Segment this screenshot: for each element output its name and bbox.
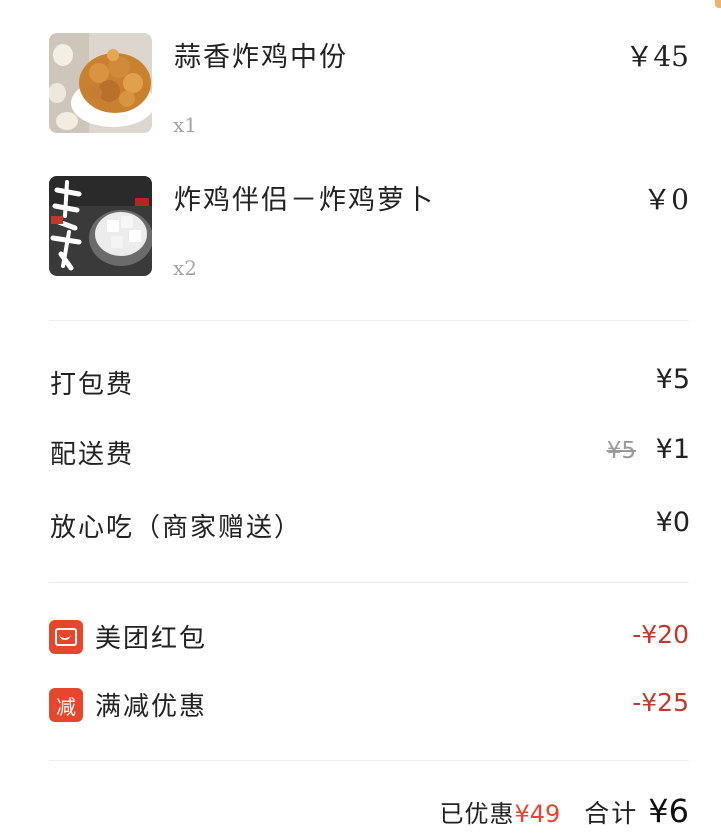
packing-fee-value: ¥5 xyxy=(655,364,690,395)
red-packet-value: -¥20 xyxy=(632,620,689,649)
full-reduction-row[interactable]: 减 满减优惠 -¥25 xyxy=(49,686,689,726)
red-packet-row[interactable]: 美团红包 -¥20 xyxy=(49,618,689,658)
saved-label: 已优惠 xyxy=(439,800,515,828)
delivery-fee-original: ¥5 xyxy=(606,438,636,464)
insurance-value: ¥0 xyxy=(655,507,690,538)
insurance-row[interactable]: 放心吃（商家赠送） ¥0 xyxy=(50,507,690,547)
order-item-chicken-radish[interactable]: 炸鸡伴侣－炸鸡萝卜 x2 ￥0 xyxy=(49,176,689,280)
item-quantity: x1 xyxy=(173,113,198,137)
pickled-radish-thumbnail xyxy=(49,176,152,276)
item-quantity: x2 xyxy=(173,256,198,280)
order-summary: 已优惠 ¥49 合计 ¥6 xyxy=(439,792,689,836)
full-reduction-label: 满减优惠 xyxy=(95,692,208,722)
item-name: 蒜香炸鸡中份 xyxy=(174,42,348,73)
item-price: ￥0 xyxy=(643,183,689,216)
red-packet-label: 美团红包 xyxy=(95,624,208,654)
divider xyxy=(49,760,689,761)
reduction-badge-icon: 减 xyxy=(49,688,83,722)
red-packet-icon xyxy=(49,620,83,654)
item-name: 炸鸡伴侣－炸鸡萝卜 xyxy=(174,185,435,216)
saved-amount: ¥49 xyxy=(514,800,561,828)
edge-indicator xyxy=(715,0,721,8)
fried-chicken-thumbnail xyxy=(49,33,152,133)
order-item-garlic-chicken[interactable]: 蒜香炸鸡中份 x1 ￥45 xyxy=(49,33,689,137)
divider xyxy=(49,582,689,583)
total-label: 合计 xyxy=(584,799,639,828)
insurance-label: 放心吃（商家赠送） xyxy=(50,513,303,543)
total-amount: ¥6 xyxy=(648,792,689,830)
delivery-fee-value: ¥1 xyxy=(655,434,690,465)
packing-fee-label: 打包费 xyxy=(50,370,135,400)
packing-fee-row: 打包费 ¥5 xyxy=(50,364,690,404)
delivery-fee-row: 配送费 ¥5 ¥1 xyxy=(50,434,690,474)
item-price: ￥45 xyxy=(625,40,689,73)
full-reduction-value: -¥25 xyxy=(632,688,689,717)
delivery-fee-label: 配送费 xyxy=(50,440,135,470)
divider xyxy=(49,320,689,321)
